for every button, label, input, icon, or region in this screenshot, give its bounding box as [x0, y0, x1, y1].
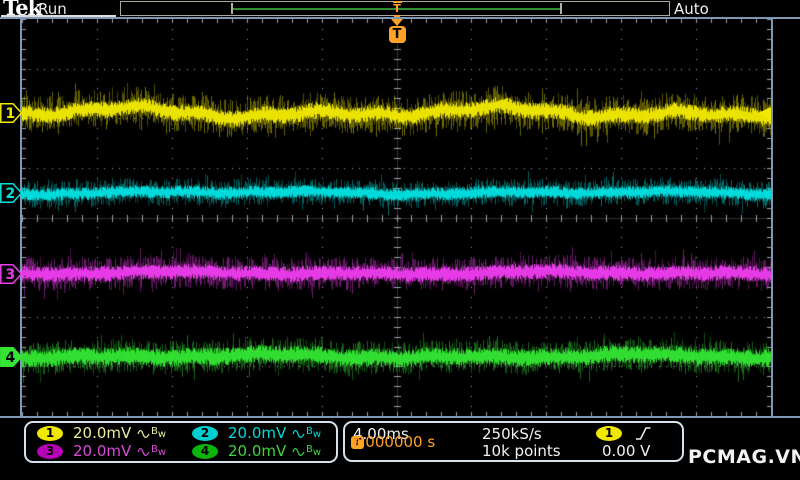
channel-3-position-marker[interactable]: 3: [0, 264, 23, 284]
svg-text:1: 1: [6, 106, 16, 122]
svg-text:3: 3: [6, 267, 16, 283]
window-bracket-left: [231, 3, 233, 14]
record-length: 10k points: [482, 442, 561, 460]
svg-text:4: 4: [6, 350, 16, 366]
channel-4-scale: 20.0mV: [228, 441, 287, 460]
trigger-t-icon: T: [392, 1, 402, 15]
channel-readout-box: 1 20.0mV Bw 2 20.0mV Bw 3 20.0mV Bw 4 20…: [24, 421, 338, 463]
channel-3-readout: 3 20.0mV Bw: [26, 441, 181, 460]
watermark: PCMAG.VN: [688, 446, 800, 468]
trigger-mode-status: Auto: [674, 0, 709, 18]
bandwidth-limit-icon: Bw: [151, 443, 167, 458]
channel-2-readout: 2 20.0mV Bw: [181, 423, 336, 442]
trigger-position-value: 0.000000 s: [351, 433, 436, 451]
ac-coupling-icon: [137, 447, 150, 456]
bandwidth-limit-icon: Bw: [151, 425, 167, 440]
channel-4-badge: 4: [192, 443, 218, 459]
channel-3-badge: 3: [37, 443, 63, 459]
channel-1-readout: 1 20.0mV Bw: [26, 423, 181, 442]
graticule-frame-right: [771, 17, 773, 418]
triangle-down-icon: [391, 19, 403, 26]
ac-coupling-icon: [292, 429, 305, 438]
trigger-level-value: 0.00 V: [602, 442, 651, 460]
oscilloscope-screen: Tek Run T Auto T 1 2 3 4 1 20.0mV Bw 2 2…: [0, 0, 800, 480]
trigger-source-badge: 1: [596, 426, 622, 441]
channel-4-position-marker[interactable]: 4: [0, 347, 23, 367]
channel-3-scale: 20.0mV: [73, 441, 132, 460]
trigger-level-marker[interactable]: [758, 107, 771, 119]
trigger-position-marker[interactable]: T: [387, 19, 407, 43]
svg-text:2: 2: [6, 186, 16, 202]
channel-1-scale: 20.0mV: [73, 423, 132, 442]
ac-coupling-icon: [292, 447, 305, 456]
timebase-readout-box: 4.00ms 250kS/s 1 T → ▼ 0.000000 s 10k po…: [343, 421, 684, 462]
channel-2-scale: 20.0mV: [228, 423, 287, 442]
channel-4-readout: 4 20.0mV Bw: [181, 441, 336, 460]
ac-coupling-icon: [137, 429, 150, 438]
window-bracket-right: [560, 3, 562, 14]
bandwidth-limit-icon: Bw: [306, 425, 322, 440]
channel-1-position-marker[interactable]: 1: [0, 103, 23, 123]
bandwidth-limit-icon: Bw: [306, 443, 322, 458]
channel-1-badge: 1: [37, 425, 63, 441]
rising-edge-slope-icon: [636, 427, 651, 440]
record-view-bar: T: [120, 1, 670, 21]
sample-rate: 250kS/s: [482, 425, 542, 443]
channel-2-badge: 2: [192, 425, 218, 441]
channel-2-position-marker[interactable]: 2: [0, 183, 23, 203]
waveform-display: [22, 19, 771, 416]
graticule-frame-bottom: [0, 416, 800, 418]
trigger-t-badge: T: [388, 26, 406, 43]
